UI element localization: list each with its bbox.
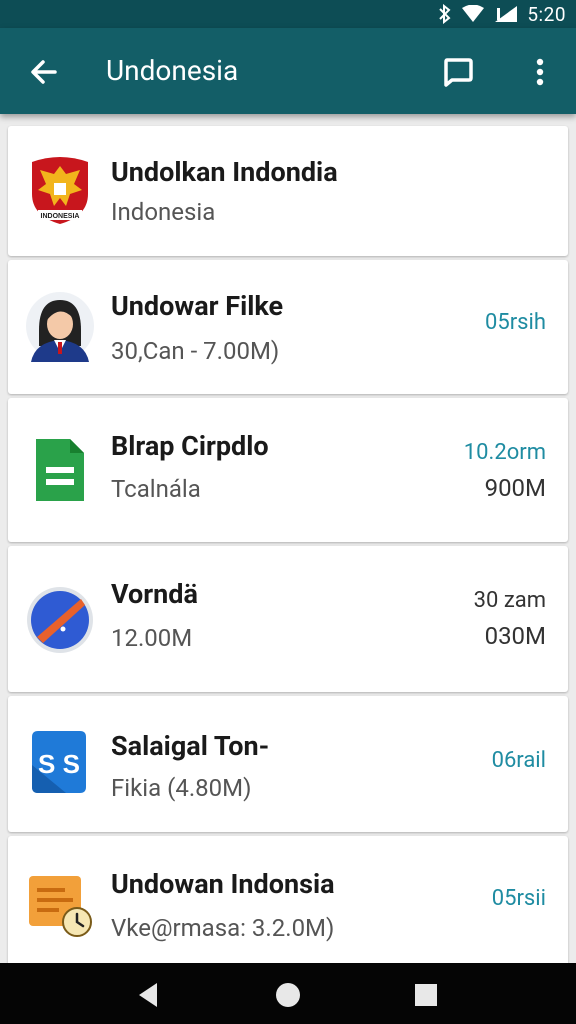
nav-home-button[interactable] (266, 973, 310, 1017)
item-status: 05rsih (484, 310, 546, 335)
arrow-left-icon (31, 60, 57, 84)
status-bar: 5:20 (0, 0, 576, 28)
back-button[interactable] (22, 50, 66, 94)
more-options-button[interactable] (518, 50, 562, 94)
item-subtitle: 30,Can - 7.00M) (111, 337, 280, 365)
item-name: Salaigal Ton- (111, 730, 270, 762)
message-button[interactable] (436, 50, 480, 94)
garuda-emblem-icon: INDONESIA (24, 154, 96, 226)
list-item[interactable]: Undowan Indonsia Vke@rmasa: 3.2.0M) 05rs… (8, 836, 568, 976)
sheets-icon (24, 434, 96, 506)
app-bar: Undonesia (0, 28, 576, 114)
item-status: 06rail (491, 748, 546, 773)
message-icon (444, 58, 473, 87)
item-time: 10.2orm (463, 440, 546, 465)
item-name: Vorndä (111, 578, 198, 610)
nav-back-button[interactable] (126, 973, 170, 1017)
wifi-icon (461, 5, 485, 23)
item-name: Undowan Indonsia (111, 868, 335, 900)
more-vert-icon (536, 58, 544, 86)
sharepoint-icon-label: S S (38, 749, 80, 779)
item-subtitle: Indonesia (111, 198, 216, 226)
item-time: 30 zam (473, 588, 546, 613)
document-clock-icon (24, 868, 96, 940)
signal-icon (493, 4, 519, 24)
status-time: 5:20 (527, 2, 566, 26)
item-size: 900M (484, 474, 546, 502)
square-recents-icon (415, 984, 437, 1006)
sharepoint-icon: S S (24, 726, 96, 798)
system-nav-bar (0, 963, 576, 1024)
list-item[interactable]: Blrap Cirpdlo Tcalnála 10.2orm 900M (8, 398, 568, 542)
bluetooth-icon (437, 4, 453, 24)
circle-home-icon (276, 983, 300, 1007)
list-item[interactable]: S S Salaigal Ton- Fikia (4.80M) 06rail (8, 696, 568, 832)
emblem-label: INDONESIA (41, 213, 80, 220)
list-item[interactable]: INDONESIA Undolkan Indondia Indonesia (8, 126, 568, 256)
status-icons: 5:20 (437, 0, 566, 28)
compass-icon (24, 584, 96, 656)
item-subtitle: Tcalnála (111, 475, 201, 503)
item-name: Blrap Cirpdlo (111, 430, 269, 462)
nav-recents-button[interactable] (404, 973, 448, 1017)
item-name: Undolkan Indondia (111, 156, 338, 188)
item-subtitle: Fikia (4.80M) (111, 774, 252, 802)
triangle-back-icon (139, 983, 157, 1007)
item-name: Undowar Filke (111, 290, 284, 322)
item-size: 030M (484, 622, 546, 650)
avatar (24, 290, 96, 362)
list-item[interactable]: Undowar Filke 30,Can - 7.00M) 05rsih (8, 260, 568, 394)
item-status: 05rsii (491, 886, 546, 911)
item-subtitle: 12.00M (111, 624, 193, 652)
item-subtitle: Vke@rmasa: 3.2.0M) (111, 914, 335, 942)
list-item[interactable]: Vorndä 12.00M 30 zam 030M (8, 546, 568, 692)
page-title: Undonesia (106, 54, 239, 87)
